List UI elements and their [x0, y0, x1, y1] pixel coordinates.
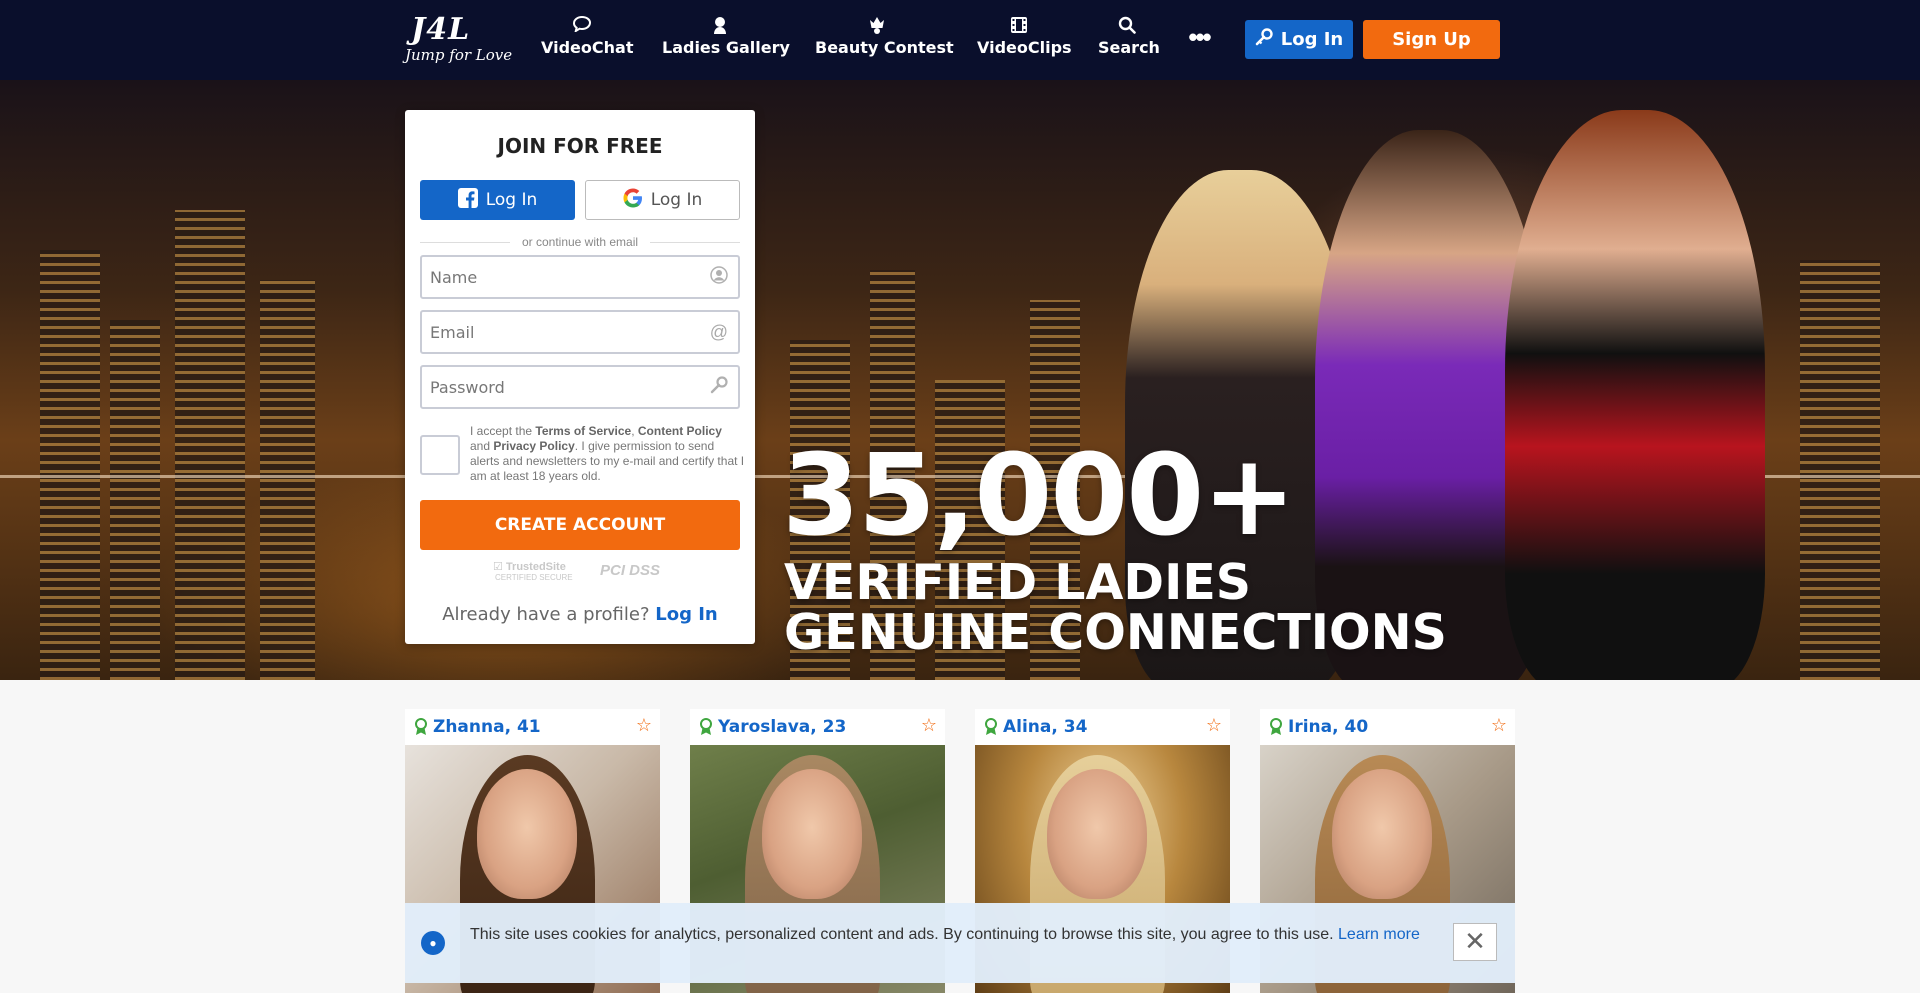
name-input[interactable]	[422, 257, 692, 297]
terms-text: I accept the Terms of Service, Content P…	[470, 424, 745, 484]
profile-name[interactable]: Yaroslava, 23	[718, 717, 846, 737]
model-right	[1505, 110, 1765, 680]
facebook-icon	[457, 187, 478, 213]
divider-line-right	[650, 242, 740, 243]
photo-face	[1047, 769, 1147, 899]
facebook-login-label: Log In	[485, 190, 538, 210]
terms-prefix: I accept the	[470, 424, 536, 438]
header-login-button[interactable]: Log In	[1245, 20, 1353, 59]
nav-videochat[interactable]: VideoChat	[541, 15, 634, 64]
nav-videochat-label: VideoChat	[541, 38, 634, 57]
favorite-star-icon[interactable]: ☆	[1491, 715, 1507, 736]
search-icon	[1098, 16, 1156, 38]
create-account-label: CREATE ACCOUNT	[494, 515, 666, 535]
site-logo[interactable]: J4L Jump for Love	[405, 12, 512, 68]
close-icon[interactable]: ✕	[1453, 923, 1497, 961]
user-icon	[710, 266, 728, 289]
key-icon	[1255, 28, 1273, 51]
verified-badge-icon	[984, 718, 998, 736]
terms-and: and	[470, 439, 494, 453]
skyline-building	[1800, 260, 1880, 680]
hero-headline-line2: GENUINE CONNECTIONS	[784, 604, 1447, 661]
film-icon	[977, 16, 1060, 38]
top-navigation-bar: J4L Jump for Love VideoChat Ladies Galle…	[0, 0, 1920, 80]
cookie-message: This site uses cookies for analytics, pe…	[470, 925, 1430, 945]
photo-face	[762, 769, 862, 899]
profile-name[interactable]: Zhanna, 41	[433, 717, 541, 737]
favorite-star-icon[interactable]: ☆	[636, 715, 652, 736]
profile-card-header: Zhanna, 41 ☆	[405, 709, 660, 745]
crown-icon	[815, 16, 939, 38]
shield-check-icon: ☑	[493, 561, 503, 573]
lady-icon	[662, 16, 778, 38]
key-icon	[710, 376, 728, 399]
name-field-wrapper	[420, 255, 740, 299]
header-login-label: Log In	[1280, 29, 1344, 50]
logo-mark: J4L	[411, 12, 471, 47]
chat-bubble-icon	[541, 15, 623, 38]
cookie-icon: ●	[421, 931, 445, 955]
email-divider: or continue with email	[420, 236, 740, 248]
profile-card-header: Alina, 34 ☆	[975, 709, 1230, 745]
skyline-building	[175, 210, 245, 680]
google-login-button[interactable]: Log In	[585, 180, 740, 220]
verified-badge-icon	[699, 718, 713, 736]
more-menu-icon[interactable]: •••	[1184, 24, 1214, 54]
email-input[interactable]	[422, 312, 692, 352]
photo-face	[1332, 769, 1432, 899]
content-policy-link[interactable]: Content Policy	[638, 424, 722, 438]
hero-headline-line1: VERIFIED LADIES	[784, 554, 1252, 611]
nav-search-label: Search	[1098, 38, 1160, 57]
terms-separator: ,	[631, 424, 638, 438]
skyline-building	[260, 280, 315, 680]
already-profile-text: Already have a profile?	[442, 604, 650, 625]
hero-banner: 35,000+ VERIFIED LADIES GENUINE CONNECTI…	[0, 80, 1920, 680]
pci-dss-label: PCI DSS	[600, 562, 661, 579]
skyline-building	[40, 250, 100, 680]
learn-more-link[interactable]: Learn more	[1338, 926, 1420, 943]
password-field-wrapper	[420, 365, 740, 409]
nav-videoclips[interactable]: VideoClips	[977, 16, 1072, 64]
terms-checkbox[interactable]	[420, 435, 460, 475]
google-icon	[623, 188, 643, 213]
join-form-card: JOIN FOR FREE Log In Log In or continue …	[405, 110, 755, 644]
logo-tagline: Jump for Love	[405, 46, 513, 64]
nav-beauty-contest-label: Beauty Contest	[815, 38, 954, 57]
email-field-wrapper: @	[420, 310, 740, 354]
nav-beauty-contest[interactable]: Beauty Contest	[815, 16, 954, 64]
hero-headline-number: 35,000+	[782, 431, 1296, 561]
trustedsite-badge: ☑ TrustedSite CERTIFIED SECURE	[493, 560, 573, 582]
skyline-building	[110, 320, 160, 680]
nav-videoclips-label: VideoClips	[977, 38, 1072, 57]
pci-dss-badge: PCI DSS	[600, 562, 660, 579]
create-account-button[interactable]: CREATE ACCOUNT	[420, 500, 740, 550]
photo-face	[477, 769, 577, 899]
header-signup-label: Sign Up	[1392, 29, 1471, 50]
favorite-star-icon[interactable]: ☆	[921, 715, 937, 736]
trustedsite-sublabel: CERTIFIED SECURE	[495, 573, 573, 582]
join-title: JOIN FOR FREE	[497, 134, 663, 158]
terms-of-service-link[interactable]: Terms of Service	[535, 424, 631, 438]
nav-ladies-gallery-label: Ladies Gallery	[662, 38, 790, 57]
header-signup-button[interactable]: Sign Up	[1363, 20, 1500, 59]
verified-badge-icon	[1269, 718, 1283, 736]
already-profile-row: Already have a profile? Log In	[405, 604, 755, 625]
profile-name[interactable]: Irina, 40	[1288, 717, 1368, 737]
trustedsite-label: TrustedSite	[505, 561, 566, 573]
nav-search[interactable]: Search	[1098, 16, 1160, 64]
profile-card-header: Yaroslava, 23 ☆	[690, 709, 945, 745]
favorite-star-icon[interactable]: ☆	[1206, 715, 1222, 736]
nav-ladies-gallery[interactable]: Ladies Gallery	[662, 16, 790, 64]
profile-name[interactable]: Alina, 34	[1003, 717, 1087, 737]
already-profile-login-link[interactable]: Log In	[655, 604, 718, 625]
profile-card-header: Irina, 40 ☆	[1260, 709, 1515, 745]
cookie-banner: ● This site uses cookies for analytics, …	[405, 903, 1515, 983]
cookie-message-text: This site uses cookies for analytics, pe…	[470, 926, 1334, 943]
facebook-login-button[interactable]: Log In	[420, 180, 575, 220]
google-login-label: Log In	[650, 190, 703, 210]
password-input[interactable]	[422, 367, 692, 407]
at-sign-icon: @	[709, 322, 728, 342]
verified-badge-icon	[414, 718, 428, 736]
privacy-policy-link[interactable]: Privacy Policy	[493, 439, 574, 453]
